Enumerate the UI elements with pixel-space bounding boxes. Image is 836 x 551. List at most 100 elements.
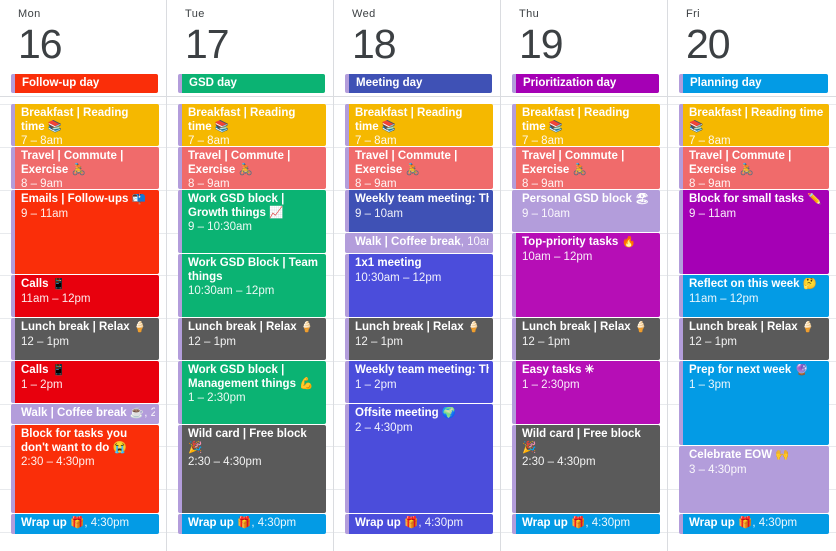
week-calendar: Mon 16 Follow-up day Breakfast | Reading ti… <box>0 0 836 551</box>
event-title: Wild card | Free block 🎉 <box>522 428 641 454</box>
event-time: 7 – 8am <box>355 135 397 146</box>
calendar-event[interactable]: Walk | Coffee break ☕, 2pm <box>11 404 159 424</box>
calendar-event[interactable]: Wrap up 🎁, 4:30pm <box>512 514 660 534</box>
event-title: Lunch break | Relax 🍦 <box>21 321 148 333</box>
day-header: Tue 17 <box>167 0 333 70</box>
calendar-event[interactable]: Breakfast | Reading time 📚 7 – 8am <box>512 104 660 146</box>
calendar-event[interactable]: Weekly team meeting: Theme 2 9 – 10am <box>345 190 493 232</box>
all-day-event[interactable]: Prioritization day <box>512 74 659 93</box>
event-time: 12 – 1pm <box>689 335 737 348</box>
calendar-event[interactable]: Weekly team meeting: Theme 2 1 – 2pm <box>345 361 493 403</box>
calendar-event[interactable]: Personal GSD block 🏖 9 – 10am <box>512 190 660 232</box>
event-time: 10:30am – 12pm <box>188 285 275 297</box>
calendar-event[interactable]: Walk | Coffee break, 10am <box>345 233 493 253</box>
event-time: 12 – 1pm <box>355 335 403 348</box>
event-title: Block for tasks you don't want to do 😭 <box>21 428 128 454</box>
calendar-event[interactable]: Prep for next week 🔮 1 – 3pm <box>679 361 829 445</box>
day-header: Thu 19 <box>501 0 667 70</box>
calendar-event[interactable]: Wrap up 🎁, 4:30pm <box>178 514 326 534</box>
event-title: Travel | Commute | Exercise 🚴 <box>689 150 792 176</box>
calendar-event[interactable]: Wild card | Free block 🎉 2:30 – 4:30pm <box>178 425 326 513</box>
day-of-week-label: Mon <box>18 8 41 20</box>
event-time: 7 – 8am <box>21 135 63 146</box>
calendar-event[interactable]: Wild card | Free block 🎉 2:30 – 4:30pm <box>512 425 660 513</box>
calendar-event[interactable]: 1x1 meeting 10:30am – 12pm <box>345 254 493 317</box>
day-of-week-label: Fri <box>686 8 701 20</box>
calendar-event[interactable]: Travel | Commute | Exercise 🚴 8 – 9am <box>345 147 493 189</box>
event-title: Breakfast | Reading time 📚 <box>522 107 630 133</box>
event-title: Weekly team meeting: Theme 2 <box>355 364 489 376</box>
event-time: 2:30 – 4:30pm <box>522 456 596 468</box>
day-number[interactable]: 19 <box>519 21 667 68</box>
event-time: 10am – 12pm <box>522 250 593 263</box>
event-title: Travel | Commute | Exercise 🚴 <box>188 150 291 176</box>
calendar-event[interactable]: Reflect on this week 🤔 11am – 12pm <box>679 275 829 317</box>
calendar-event[interactable]: Work GSD block | Growth things 📈 9 – 10:3… <box>178 190 326 253</box>
calendar-event[interactable]: Easy tasks ✳ 1 – 2:30pm <box>512 361 660 424</box>
event-time: , 2pm <box>144 407 155 419</box>
calendar-event[interactable]: Breakfast | Reading time 📚 7 – 8am <box>11 104 159 146</box>
event-title: Wrap up 🎁, 4:30pm <box>355 517 464 529</box>
event-time: 10:30am – 12pm <box>355 271 442 284</box>
calendar-event[interactable]: Lunch break | Relax 🍦 12 – 1pm <box>11 318 159 360</box>
calendar-event[interactable]: Lunch break | Relax 🍦 12 – 1pm <box>512 318 660 360</box>
all-day-row: Planning day <box>668 70 836 96</box>
calendar-event[interactable]: Wrap up 🎁, 4:30pm <box>11 514 159 534</box>
all-day-event[interactable]: Meeting day <box>345 74 492 93</box>
event-time: 9 – 10am <box>522 207 570 220</box>
event-time: 8 – 9am <box>522 178 564 189</box>
calendar-event[interactable]: Top-priority tasks 🔥 10am – 12pm <box>512 233 660 317</box>
event-time: 2 – 4:30pm <box>355 421 413 434</box>
calendar-event[interactable]: Travel | Commute | Exercise 🚴 8 – 9am <box>512 147 660 189</box>
event-time: 8 – 9am <box>355 178 397 189</box>
event-title: Easy tasks ✳ <box>522 364 595 376</box>
calendar-event[interactable]: Calls 📱 11am – 12pm <box>11 275 159 317</box>
calendar-event[interactable]: Lunch break | Relax 🍦 12 – 1pm <box>679 318 829 360</box>
day-number[interactable]: 20 <box>686 21 836 68</box>
event-time: 7 – 8am <box>689 135 731 146</box>
event-time: 2:30 – 4:30pm <box>21 456 95 468</box>
calendar-event[interactable]: Offsite meeting 🌍 2 – 4:30pm <box>345 404 493 513</box>
event-title: Celebrate EOW 🙌 <box>689 449 790 461</box>
all-day-row: Prioritization day <box>501 70 667 96</box>
calendar-event[interactable]: Emails | Follow-ups 📬 9 – 11am <box>11 190 159 274</box>
all-day-row: Follow-up day <box>0 70 166 96</box>
calendar-event[interactable]: Lunch break | Relax 🍦 12 – 1pm <box>178 318 326 360</box>
event-time: , 4:30pm <box>585 517 631 529</box>
event-title: Personal GSD block 🏖 <box>522 193 650 205</box>
day-column-wed: Wed 18 Meeting day Breakfast | Reading time… <box>334 0 501 551</box>
calendar-event[interactable]: Calls 📱 1 – 2pm <box>11 361 159 403</box>
calendar-event[interactable]: Travel | Commute | Exercise 🚴 8 – 9am <box>679 147 829 189</box>
calendar-event[interactable]: Celebrate EOW 🙌 3 – 4:30pm <box>679 446 829 513</box>
calendar-event[interactable]: Lunch break | Relax 🍦 12 – 1pm <box>345 318 493 360</box>
day-of-week-label: Thu <box>519 8 540 20</box>
event-title: Travel | Commute | Exercise 🚴 <box>522 150 625 176</box>
calendar-event[interactable]: Block for small tasks ✏️ 9 – 11am <box>679 190 829 274</box>
day-number[interactable]: 16 <box>18 21 166 68</box>
all-day-event[interactable]: GSD day <box>178 74 325 93</box>
event-title: Wrap up 🎁, 4:30pm <box>689 517 798 529</box>
calendar-event[interactable]: Travel | Commute | Exercise 🚴 8 – 9am <box>178 147 326 189</box>
calendar-event[interactable]: Block for tasks you don't want to do 😭 2:… <box>11 425 159 513</box>
day-number[interactable]: 17 <box>185 21 333 68</box>
event-title: Lunch break | Relax 🍦 <box>355 321 482 333</box>
calendar-event[interactable]: Wrap up 🎁, 4:30pm <box>345 514 493 534</box>
day-column-fri: Fri 20 Planning day Breakfast | Reading tim… <box>668 0 836 551</box>
event-title: Prep for next week 🔮 <box>689 364 809 376</box>
event-time: 1 – 2pm <box>355 378 397 391</box>
calendar-event[interactable]: Breakfast | Reading time 📚 7 – 8am <box>679 104 829 146</box>
calendar-event[interactable]: Breakfast | Reading time 📚 7 – 8am <box>178 104 326 146</box>
all-day-event[interactable]: Planning day <box>679 74 828 93</box>
event-time: 12 – 1pm <box>21 335 69 348</box>
event-title: Work GSD block | Growth things 📈 <box>188 193 285 219</box>
calendar-event[interactable]: Work GSD block | Management things 💪 1 – … <box>178 361 326 424</box>
calendar-event[interactable]: Wrap up 🎁, 4:30pm <box>679 514 829 534</box>
calendar-event[interactable]: Work GSD Block | Team things 10:30am – 12… <box>178 254 326 317</box>
event-time: 2:30 – 4:30pm <box>188 456 262 468</box>
day-number[interactable]: 18 <box>352 21 500 68</box>
calendar-event[interactable]: Breakfast | Reading time 📚 7 – 8am <box>345 104 493 146</box>
all-day-event[interactable]: Follow-up day <box>11 74 158 93</box>
calendar-event[interactable]: Travel | Commute | Exercise 🚴 8 – 9am <box>11 147 159 189</box>
event-time: , 4:30pm <box>84 517 130 529</box>
event-title: Travel | Commute | Exercise 🚴 <box>21 150 124 176</box>
